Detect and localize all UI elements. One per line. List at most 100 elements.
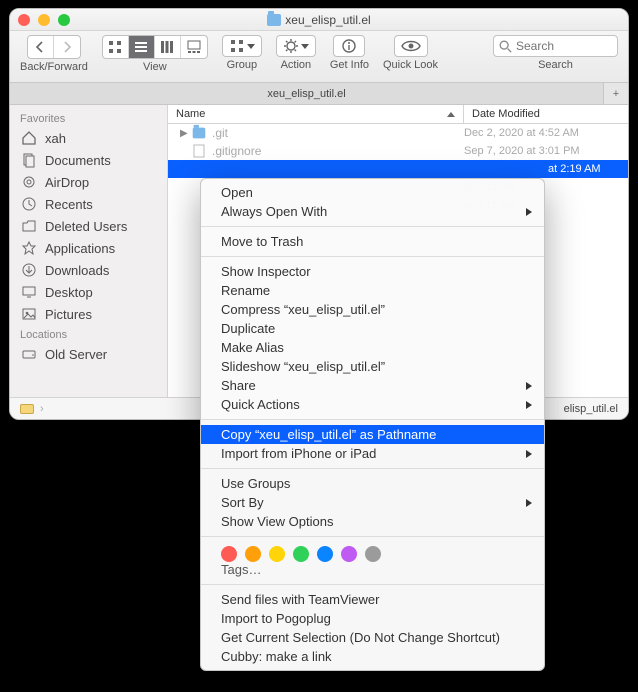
menu-duplicate[interactable]: Duplicate bbox=[201, 319, 544, 338]
disclosure-triangle-icon[interactable]: ▶ bbox=[180, 128, 190, 139]
tag-purple[interactable] bbox=[341, 546, 357, 562]
menu-cubby[interactable]: Cubby: make a link bbox=[201, 647, 544, 666]
menu-get-current-selection[interactable]: Get Current Selection (Do Not Change Sho… bbox=[201, 628, 544, 647]
get-info-label: Get Info bbox=[330, 59, 369, 71]
sidebar-item-xah[interactable]: xah bbox=[10, 127, 167, 149]
menu-separator bbox=[201, 226, 544, 227]
tag-color-row bbox=[201, 542, 544, 562]
toolbar: Back/Forward View bbox=[10, 31, 628, 83]
sidebar-item-old-server[interactable]: Old Server bbox=[10, 343, 167, 365]
action-button[interactable] bbox=[276, 35, 316, 57]
file-date-fragment: at 2:19 AM bbox=[548, 160, 628, 178]
get-info-button[interactable] bbox=[333, 35, 365, 57]
tag-gray[interactable] bbox=[365, 546, 381, 562]
menu-share[interactable]: Share bbox=[201, 376, 544, 395]
tag-red[interactable] bbox=[221, 546, 237, 562]
path-crumb[interactable]: elisp_util.el bbox=[564, 403, 618, 415]
back-forward-label: Back/Forward bbox=[20, 61, 88, 73]
recents-icon bbox=[20, 196, 38, 212]
minimize-window-button[interactable] bbox=[38, 14, 50, 26]
quick-look-label: Quick Look bbox=[383, 59, 438, 71]
column-headers: Name Date Modified bbox=[168, 105, 628, 124]
group-button[interactable] bbox=[222, 35, 262, 57]
file-name: .gitignore bbox=[208, 144, 464, 158]
sidebar-heading-locations: Locations bbox=[10, 325, 167, 343]
view-label: View bbox=[143, 61, 167, 73]
file-name: .git bbox=[208, 126, 464, 140]
file-date: Dec 2, 2020 at 4:52 AM bbox=[464, 127, 628, 139]
file-row[interactable]: .gitignore Sep 7, 2020 at 3:01 PM bbox=[168, 142, 628, 160]
menu-import-pogoplug[interactable]: Import to Pogoplug bbox=[201, 609, 544, 628]
column-label: Date Modified bbox=[472, 108, 540, 120]
menu-copy-as-pathname[interactable]: Copy “xeu_elisp_util.el” as Pathname bbox=[201, 425, 544, 444]
tag-green[interactable] bbox=[293, 546, 309, 562]
menu-tags[interactable]: Tags… bbox=[201, 562, 544, 579]
column-header-name[interactable]: Name bbox=[168, 105, 464, 123]
view-list-button[interactable] bbox=[129, 36, 155, 58]
view-column-button[interactable] bbox=[155, 36, 181, 58]
sidebar-item-label: AirDrop bbox=[45, 175, 89, 190]
menu-rename[interactable]: Rename bbox=[201, 281, 544, 300]
quick-look-button[interactable] bbox=[394, 35, 428, 57]
menu-show-inspector[interactable]: Show Inspector bbox=[201, 262, 544, 281]
file-row[interactable]: ▶ .git Dec 2, 2020 at 4:52 AM bbox=[168, 124, 628, 142]
window-title: xeu_elisp_util.el bbox=[285, 13, 370, 27]
menu-compress[interactable]: Compress “xeu_elisp_util.el” bbox=[201, 300, 544, 319]
documents-icon bbox=[20, 152, 38, 168]
tab-label: xeu_elisp_util.el bbox=[267, 88, 345, 100]
tab[interactable]: xeu_elisp_util.el bbox=[10, 83, 604, 104]
view-icon-button[interactable] bbox=[103, 36, 129, 58]
view-gallery-button[interactable] bbox=[181, 36, 207, 58]
view-switcher bbox=[102, 35, 208, 59]
sidebar-heading-favorites: Favorites bbox=[10, 109, 167, 127]
new-tab-button[interactable]: + bbox=[604, 83, 628, 104]
zoom-window-button[interactable] bbox=[58, 14, 70, 26]
sidebar-item-label: Applications bbox=[45, 241, 115, 256]
sidebar-item-applications[interactable]: Applications bbox=[10, 237, 167, 259]
group-label: Group bbox=[227, 59, 258, 71]
sidebar-item-label: Desktop bbox=[45, 285, 93, 300]
menu-separator bbox=[201, 468, 544, 469]
menu-quick-actions[interactable]: Quick Actions bbox=[201, 395, 544, 414]
menu-separator bbox=[201, 256, 544, 257]
menu-use-groups[interactable]: Use Groups bbox=[201, 474, 544, 493]
menu-show-view-options[interactable]: Show View Options bbox=[201, 512, 544, 531]
folder-icon bbox=[20, 218, 38, 234]
sidebar-item-pictures[interactable]: Pictures bbox=[10, 303, 167, 325]
menu-send-teamviewer[interactable]: Send files with TeamViewer bbox=[201, 590, 544, 609]
tag-orange[interactable] bbox=[245, 546, 261, 562]
sidebar-item-recents[interactable]: Recents bbox=[10, 193, 167, 215]
menu-separator bbox=[201, 584, 544, 585]
menu-sort-by[interactable]: Sort By bbox=[201, 493, 544, 512]
chevron-down-icon bbox=[247, 44, 255, 49]
back-button[interactable] bbox=[28, 36, 54, 58]
sidebar-item-airdrop[interactable]: AirDrop bbox=[10, 171, 167, 193]
menu-move-to-trash[interactable]: Move to Trash bbox=[201, 232, 544, 251]
tag-blue[interactable] bbox=[317, 546, 333, 562]
menu-make-alias[interactable]: Make Alias bbox=[201, 338, 544, 357]
downloads-icon bbox=[20, 262, 38, 278]
pictures-icon bbox=[20, 306, 38, 322]
file-row-selected[interactable]: at 2:19 AM bbox=[168, 160, 628, 178]
menu-always-open-with[interactable]: Always Open With bbox=[201, 202, 544, 221]
menu-import-iphone[interactable]: Import from iPhone or iPad bbox=[201, 444, 544, 463]
sidebar-item-deleted-users[interactable]: Deleted Users bbox=[10, 215, 167, 237]
close-window-button[interactable] bbox=[18, 14, 30, 26]
action-label: Action bbox=[281, 59, 312, 71]
search-icon bbox=[498, 39, 512, 53]
menu-slideshow[interactable]: Slideshow “xeu_elisp_util.el” bbox=[201, 357, 544, 376]
sidebar-item-desktop[interactable]: Desktop bbox=[10, 281, 167, 303]
titlebar: xeu_elisp_util.el bbox=[10, 9, 628, 31]
tab-bar: xeu_elisp_util.el + bbox=[10, 83, 628, 105]
search-field-wrap bbox=[493, 35, 618, 57]
tag-yellow[interactable] bbox=[269, 546, 285, 562]
sidebar-item-downloads[interactable]: Downloads bbox=[10, 259, 167, 281]
menu-open[interactable]: Open bbox=[201, 183, 544, 202]
sidebar-item-documents[interactable]: Documents bbox=[10, 149, 167, 171]
drive-icon bbox=[20, 346, 38, 362]
drive-icon bbox=[20, 404, 34, 414]
column-header-date[interactable]: Date Modified bbox=[464, 105, 628, 123]
document-icon bbox=[190, 144, 208, 158]
forward-button[interactable] bbox=[54, 36, 80, 58]
applications-icon bbox=[20, 240, 38, 256]
